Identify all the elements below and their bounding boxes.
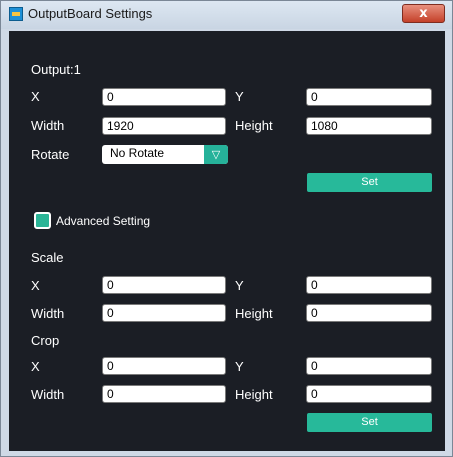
output-set-button[interactable]: Set [307, 173, 432, 192]
scale-heading: Scale [31, 250, 64, 265]
crop-width-label: Width [31, 387, 65, 402]
crop-x-field[interactable]: 0 [102, 357, 226, 375]
scale-y-field[interactable]: 0 [306, 276, 432, 294]
scale-y-label: Y [235, 278, 244, 293]
crop-y-label: Y [235, 359, 244, 374]
output-width-label: Width [31, 118, 65, 133]
app-icon [9, 7, 23, 21]
output-height-label: Height [235, 118, 273, 133]
scale-height-label: Height [235, 306, 273, 321]
crop-height-field[interactable]: 0 [306, 385, 432, 403]
crop-set-button[interactable]: Set [307, 413, 432, 432]
output-heading: Output:1 [31, 62, 81, 77]
crop-x-label: X [31, 359, 40, 374]
settings-window: OutputBoard Settings x Output:1 X 0 Y 0 … [0, 0, 453, 457]
crop-height-label: Height [235, 387, 273, 402]
settings-panel: Output:1 X 0 Y 0 Width 1920 Height 1080 … [9, 31, 445, 451]
scale-x-field[interactable]: 0 [102, 276, 226, 294]
output-y-label: Y [235, 89, 244, 104]
scale-x-label: X [31, 278, 40, 293]
close-button[interactable]: x [402, 4, 445, 23]
output-x-field[interactable]: 0 [102, 88, 226, 106]
chevron-down-icon[interactable]: ▽ [204, 145, 228, 164]
rotate-select[interactable]: No Rotate ▽ [102, 145, 228, 164]
crop-heading: Crop [31, 333, 60, 348]
output-height-field[interactable]: 1080 [306, 117, 432, 135]
scale-width-field[interactable]: 0 [102, 304, 226, 322]
rotate-label: Rotate [31, 147, 70, 162]
advanced-setting-checkbox[interactable] [34, 212, 51, 229]
crop-width-field[interactable]: 0 [102, 385, 226, 403]
advanced-setting-label: Advanced Setting [56, 214, 151, 228]
scale-height-field[interactable]: 0 [306, 304, 432, 322]
output-width-field[interactable]: 1920 [102, 117, 226, 135]
rotate-selected-value: No Rotate [110, 146, 165, 160]
title-bar[interactable]: OutputBoard Settings x [1, 1, 452, 29]
window-title: OutputBoard Settings [28, 6, 153, 21]
crop-y-field[interactable]: 0 [306, 357, 432, 375]
scale-width-label: Width [31, 306, 65, 321]
output-y-field[interactable]: 0 [306, 88, 432, 106]
output-x-label: X [31, 89, 40, 104]
